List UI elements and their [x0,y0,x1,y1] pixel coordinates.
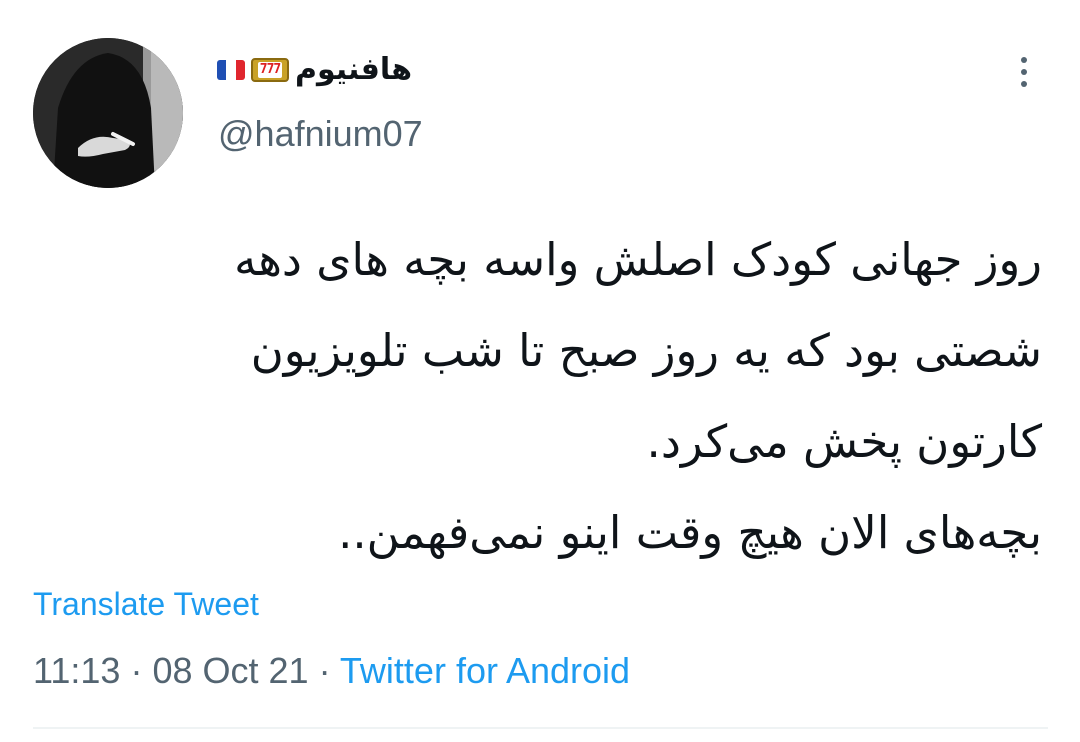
author-display-name[interactable]: هافنیوم [295,50,412,90]
france-flag-icon [217,60,245,80]
meta-separator: · [318,650,331,691]
tweet-text: روز جهانی کودک اصلش واسه بچه های دهه شصت… [92,214,1042,578]
avatar[interactable] [33,38,183,188]
author-name-row[interactable]: 777 هافنیوم [217,50,412,90]
more-vertical-icon [1021,57,1027,63]
tweet-text-line: شصتی بود که یه روز صبح تا شب تلویزیون [250,324,1042,377]
slot-machine-icon: 777 [251,58,289,82]
tweet-time[interactable]: 11:13 [33,650,120,691]
divider [33,727,1048,729]
author-handle[interactable]: @hafnium07 [218,112,423,156]
tweet-text-line: کارتون پخش می‌کرد. [646,415,1042,468]
tweet-text-line: بچه‌های الان هیچ وقت اینو نمی‌فهمن.. [338,506,1042,559]
avatar-photo [33,38,183,188]
tweet-text-line: روز جهانی کودک اصلش واسه بچه های دهه [234,233,1042,286]
tweet-metadata: 11:13 · 08 Oct 21 · Twitter for Android [33,648,630,694]
tweet-date[interactable]: 08 Oct 21 [152,650,308,691]
more-options-button[interactable] [1012,52,1036,92]
translate-tweet-link[interactable]: Translate Tweet [33,582,259,626]
tweet-source-link[interactable]: Twitter for Android [340,650,630,691]
meta-separator: · [130,650,143,691]
